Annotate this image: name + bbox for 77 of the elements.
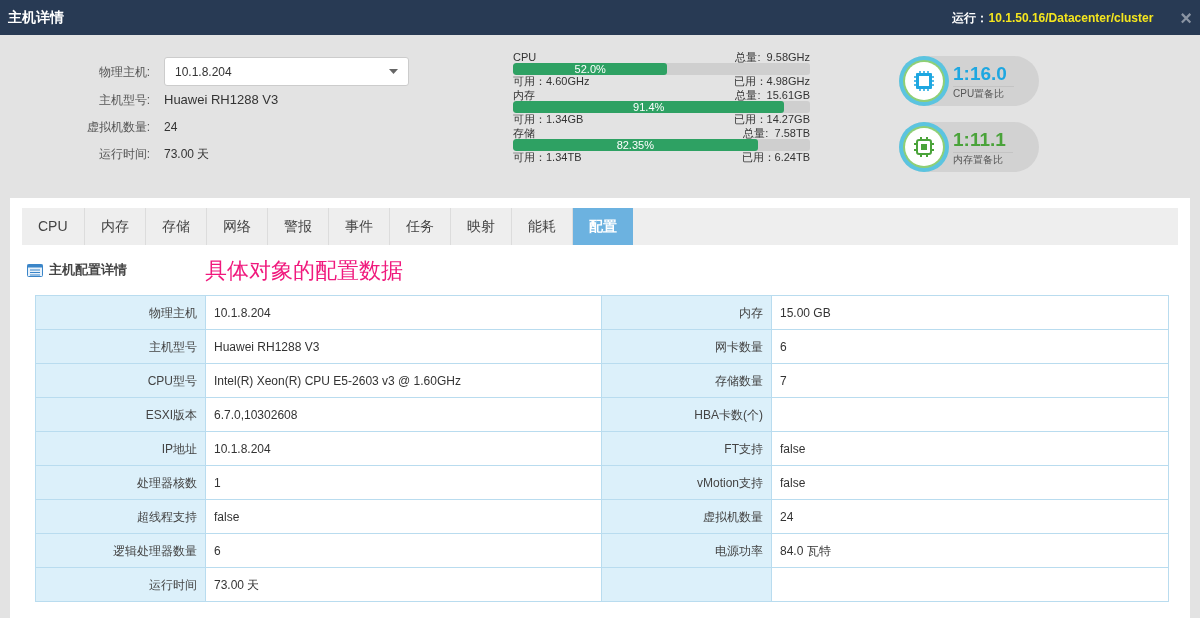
window-title: 主机详情 <box>8 8 64 27</box>
usage-available: 可用：1.34TB <box>513 151 582 163</box>
value-cell: 15.00 GB <box>771 295 1169 330</box>
label-cell: 主机型号 <box>35 329 206 364</box>
tab[interactable]: 事件 <box>328 208 390 245</box>
field-label: 主机型号: <box>97 91 151 109</box>
label-cell: IP地址 <box>35 431 206 466</box>
tab[interactable]: 内存 <box>84 208 146 245</box>
label-cell: 运行时间 <box>35 567 206 602</box>
usage-total: 总量: 15.61GB <box>735 89 810 101</box>
value-cell: 1 <box>205 465 602 500</box>
label-cell: FT支持 <box>601 431 772 466</box>
annotation-text: 具体对象的配置数据 <box>205 256 403 285</box>
usage-total: 总量: 9.58GHz <box>735 51 810 63</box>
field-label: 运行时间: <box>97 145 151 163</box>
tab[interactable]: 存储 <box>145 208 207 245</box>
label-cell: CPU型号 <box>35 363 206 398</box>
tab[interactable]: 任务 <box>389 208 451 245</box>
tab[interactable]: CPU <box>22 208 85 245</box>
label-cell: 逻辑处理器数量 <box>35 533 206 568</box>
section-title: 主机配置详情 <box>49 261 127 280</box>
usage-total: 总量: 7.58TB <box>743 127 810 139</box>
field-value: 24 <box>164 118 178 136</box>
usage-name: CPU <box>513 51 537 63</box>
value-cell: 24 <box>771 499 1169 534</box>
label-cell: 处理器核数 <box>35 465 206 500</box>
usage-used: 已用：4.98GHz <box>733 75 810 87</box>
host-select[interactable]: 10.1.8.204 <box>164 57 409 86</box>
label-cell: HBA卡数(个) <box>601 397 772 432</box>
label-cell: 虚拟机数量 <box>601 499 772 534</box>
tab[interactable]: 网络 <box>206 208 268 245</box>
ratio-value: 1:11.1 <box>953 127 1007 152</box>
value-cell: 6 <box>205 533 602 568</box>
ratio-label: CPU置备比 <box>953 85 1015 101</box>
label-cell: 物理主机 <box>35 295 206 330</box>
usage-used: 已用：6.24TB <box>741 151 810 163</box>
label-cell: ESXI版本 <box>35 397 206 432</box>
tab[interactable]: 警报 <box>267 208 329 245</box>
usage-percent: 52.0% <box>574 63 606 75</box>
label-cell: 内存 <box>601 295 772 330</box>
usage-percent: 82.35% <box>616 139 654 151</box>
list-icon <box>27 263 43 277</box>
ratio-label: 内存置备比 <box>953 151 1013 167</box>
usage-name: 存储 <box>513 127 535 139</box>
location-label: 运行： <box>951 9 988 27</box>
value-cell: 10.1.8.204 <box>205 295 602 330</box>
value-cell: 6 <box>771 329 1169 364</box>
value-cell: 84.0 瓦特 <box>771 533 1169 568</box>
usage-used: 已用：14.27GB <box>733 113 810 125</box>
label-cell: 超线程支持 <box>35 499 206 534</box>
usage-percent: 91.4% <box>633 101 665 113</box>
value-cell: false <box>771 431 1169 466</box>
ratio-value: 1:16.0 <box>953 61 1008 86</box>
close-button[interactable]: × <box>1180 7 1192 28</box>
caret-icon <box>389 69 398 74</box>
field-label: 虚拟机数量: <box>85 118 151 136</box>
value-cell: 10.1.8.204 <box>205 431 602 466</box>
field-value: 73.00 天 <box>164 145 210 163</box>
usage-available: 可用：4.60GHz <box>513 75 590 87</box>
tab[interactable]: 能耗 <box>511 208 573 245</box>
value-cell: 73.00 天 <box>205 567 602 602</box>
value-cell: 6.7.0,10302608 <box>205 397 602 432</box>
label-cell: 电源功率 <box>601 533 772 568</box>
tab[interactable]: 映射 <box>450 208 512 245</box>
field-value: Huawei RH1288 V3 <box>164 90 279 109</box>
usage-available: 可用：1.34GB <box>513 113 584 125</box>
value-cell: Intel(R) Xeon(R) CPU E5-2603 v3 @ 1.60GHz <box>205 363 602 398</box>
value-cell: false <box>205 499 602 534</box>
usage-name: 内存 <box>513 89 535 101</box>
label-cell: 存储数量 <box>601 363 772 398</box>
label-cell: 网卡数量 <box>601 329 772 364</box>
label-cell: vMotion支持 <box>601 465 772 500</box>
location-path: 10.1.50.16/Datacenter/cluster <box>988 9 1154 27</box>
field-label: 物理主机: <box>97 63 151 81</box>
value-cell: 7 <box>771 363 1169 398</box>
value-cell: Huawei RH1288 V3 <box>205 329 602 364</box>
value-cell: false <box>771 465 1169 500</box>
